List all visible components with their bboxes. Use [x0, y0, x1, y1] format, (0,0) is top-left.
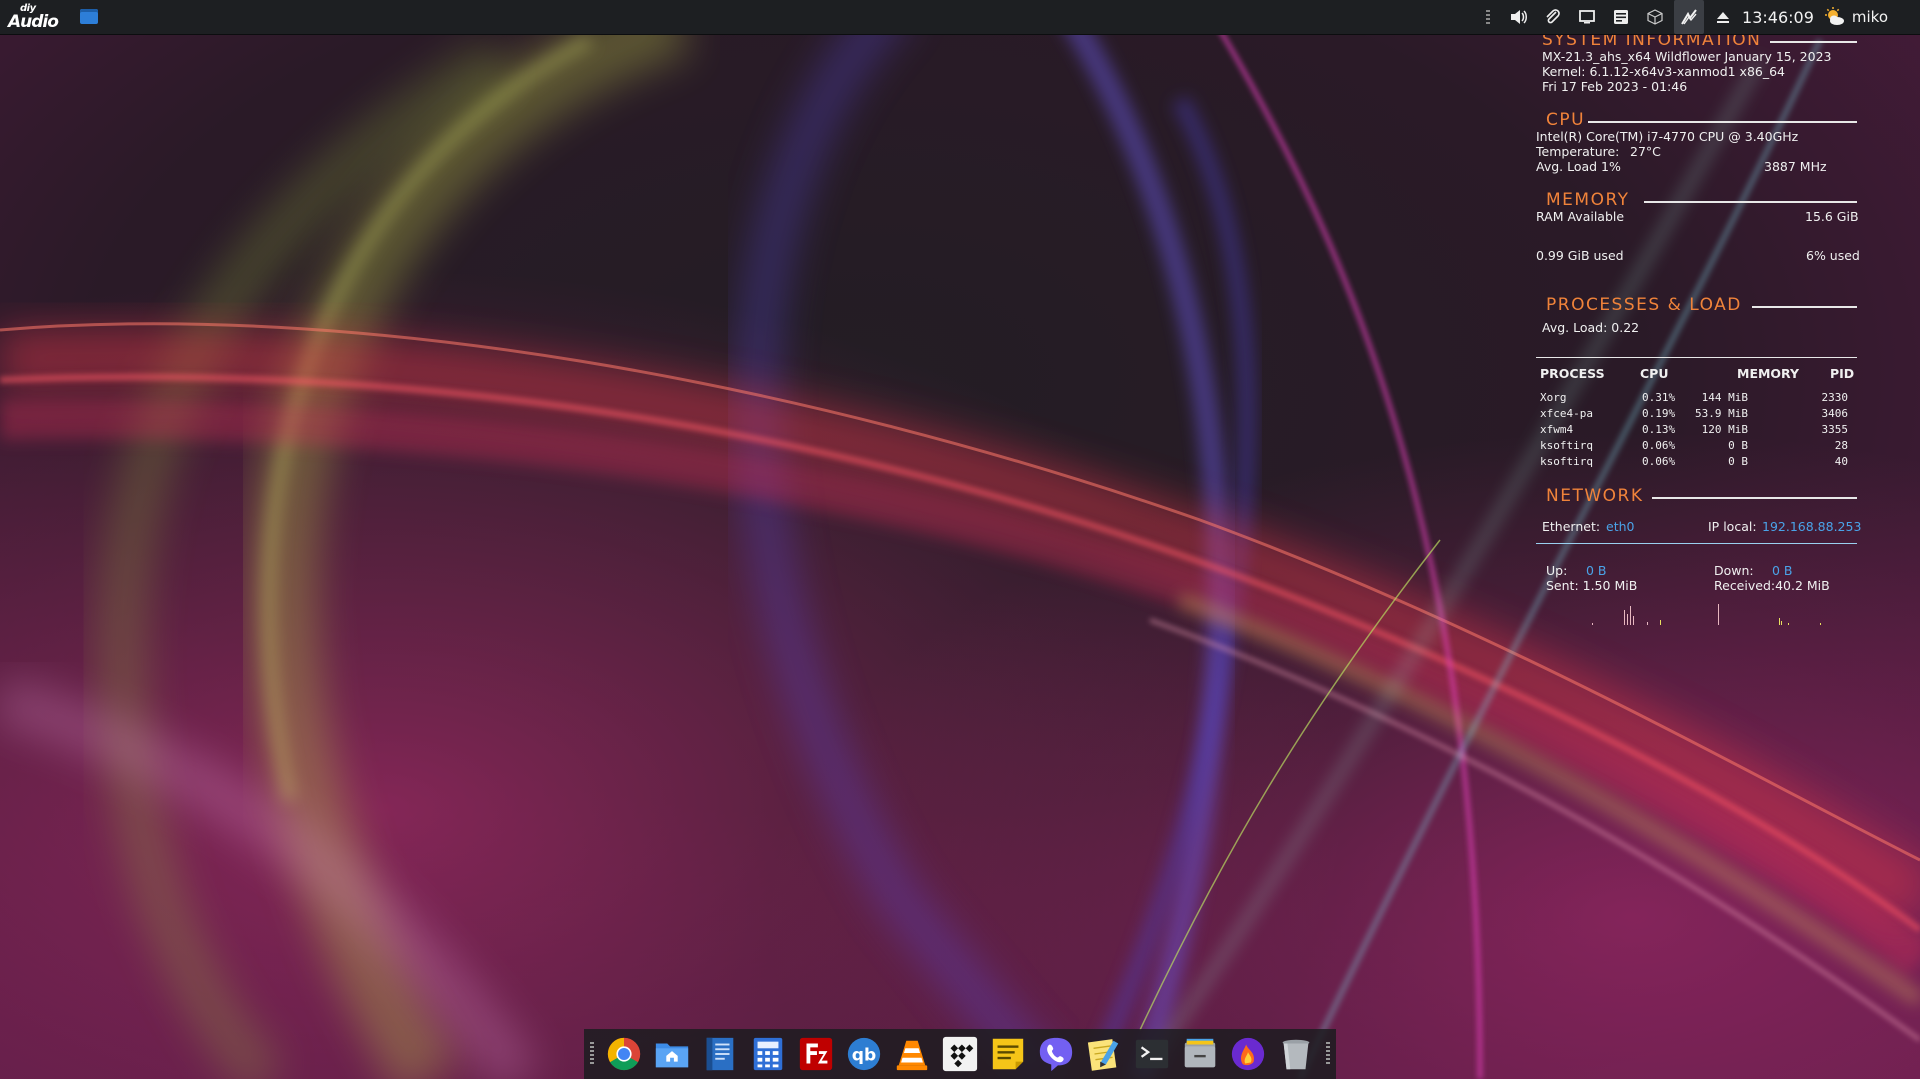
- processes-header: PROCESSES & LOAD: [1546, 295, 1742, 315]
- system-tray: 13:46:09 miko: [1486, 0, 1920, 34]
- terminal-icon[interactable]: [1132, 1034, 1172, 1074]
- tidal-icon[interactable]: [940, 1034, 980, 1074]
- process-mem: 144 MiB: [1701, 391, 1748, 404]
- process-name: ksoftirq: [1540, 439, 1593, 452]
- user-menu[interactable]: miko: [1852, 8, 1888, 26]
- volume-icon[interactable]: [1508, 6, 1530, 28]
- process-cpu: 0.13%: [1642, 423, 1676, 436]
- ip-local-label: IP local:: [1708, 519, 1757, 534]
- process-mem: 53.9 MiB: [1695, 407, 1748, 420]
- upload-label: Up:: [1546, 563, 1568, 578]
- process-name: Xorg: [1540, 391, 1567, 404]
- top-panel: diy Audio 13:46:09 miko: [0, 0, 1920, 35]
- cpu-frequency: 3887 MHz: [1764, 159, 1827, 174]
- sticky-notes-icon[interactable]: [988, 1034, 1028, 1074]
- chrome-icon[interactable]: [604, 1034, 644, 1074]
- download-speed: 0 B: [1772, 563, 1793, 578]
- process-mem: 120 MiB: [1701, 423, 1748, 436]
- ram-available-label: RAM Available: [1536, 209, 1625, 224]
- upload-speed: 0 B: [1586, 563, 1607, 578]
- diyaudio-logo-icon[interactable]: diy Audio: [8, 3, 62, 32]
- sent-total: Sent: 1.50 MiB: [1546, 578, 1638, 593]
- dock: qb: [584, 1029, 1336, 1079]
- ethernet-interface: eth0: [1606, 519, 1635, 534]
- section-rule: [1644, 201, 1857, 203]
- network-rule: [1536, 543, 1857, 544]
- process-mem: 0 B: [1728, 439, 1748, 452]
- col-process: PROCESS: [1540, 366, 1605, 381]
- col-memory: MEMORY: [1737, 366, 1800, 381]
- file-manager-icon[interactable]: [1180, 1034, 1220, 1074]
- processes-avg-load: Avg. Load: 0.22: [1542, 320, 1640, 335]
- workspace-switcher-button[interactable]: [80, 9, 98, 24]
- tray-handle[interactable]: [1486, 10, 1491, 24]
- weather-icon[interactable]: [1824, 6, 1846, 28]
- table-rule: [1536, 357, 1857, 358]
- update-icon[interactable]: [1674, 0, 1705, 34]
- eject-icon[interactable]: [1712, 6, 1734, 28]
- process-pid: 3355: [1821, 423, 1849, 436]
- col-pid: PID: [1830, 366, 1855, 381]
- memory-header: MEMORY: [1546, 190, 1630, 210]
- ram-used-percent: 6% used: [1806, 248, 1860, 263]
- cpu-header: CPU: [1546, 110, 1586, 130]
- process-cpu: 0.06%: [1642, 439, 1676, 452]
- text-editor-icon[interactable]: [700, 1034, 740, 1074]
- process-pid: 3406: [1821, 407, 1849, 420]
- process-pid: 2330: [1821, 391, 1849, 404]
- ram-used: 0.99 GiB used: [1536, 248, 1624, 263]
- trash-icon[interactable]: [1276, 1034, 1316, 1074]
- kernel-info: Kernel: 6.1.12-x64v3-xanmod1 x86_64: [1542, 64, 1786, 79]
- date-info: Fri 17 Feb 2023 - 01:46: [1542, 79, 1688, 94]
- network-header: NETWORK: [1546, 486, 1644, 506]
- section-rule: [1752, 306, 1857, 308]
- process-cpu: 0.06%: [1642, 455, 1676, 468]
- vlc-icon[interactable]: [892, 1034, 932, 1074]
- stacer-icon[interactable]: [1228, 1034, 1268, 1074]
- viber-icon[interactable]: [1036, 1034, 1076, 1074]
- calculator-icon[interactable]: [748, 1034, 788, 1074]
- notes-icon[interactable]: [1610, 6, 1632, 28]
- home-folder-icon[interactable]: [652, 1034, 692, 1074]
- paperclip-icon[interactable]: [1542, 6, 1564, 28]
- process-name: xfce4-pa: [1540, 407, 1593, 420]
- section-rule: [1588, 121, 1857, 123]
- process-cpu: 0.19%: [1642, 407, 1676, 420]
- svg-text:qb: qb: [852, 1046, 876, 1066]
- cpu-temp-label: Temperature:: [1536, 144, 1620, 159]
- process-pid: 28: [1834, 439, 1848, 452]
- conky-system-monitor: SYSTEM INFORMATION MX-21.3_ahs_x64 Wildf…: [1530, 0, 1862, 640]
- cpu-temp-value: 27°C: [1630, 144, 1661, 159]
- package-icon[interactable]: [1644, 6, 1666, 28]
- ethernet-label: Ethernet:: [1542, 519, 1601, 534]
- download-label: Down:: [1714, 563, 1754, 578]
- notepad-icon[interactable]: [1084, 1034, 1124, 1074]
- logo-text-main: Audio: [8, 12, 59, 32]
- clock[interactable]: 13:46:09: [1742, 8, 1814, 27]
- distro-info: MX-21.3_ahs_x64 Wildflower January 15, 2…: [1542, 49, 1832, 64]
- process-name: ksoftirq: [1540, 455, 1593, 468]
- cpu-avg-load: Avg. Load 1%: [1536, 159, 1621, 174]
- process-cpu: 0.31%: [1642, 391, 1676, 404]
- section-rule: [1770, 41, 1857, 43]
- display-icon[interactable]: [1576, 6, 1598, 28]
- section-rule: [1652, 497, 1857, 499]
- process-mem: 0 B: [1728, 455, 1748, 468]
- network-activity-graph: [1592, 604, 1821, 625]
- process-pid: 40: [1834, 455, 1848, 468]
- qbittorrent-icon[interactable]: qb: [844, 1034, 884, 1074]
- dock-handle[interactable]: [590, 1042, 594, 1066]
- filezilla-icon[interactable]: [796, 1034, 836, 1074]
- received-total: Received:40.2 MiB: [1714, 578, 1830, 593]
- ram-available-value: 15.6 GiB: [1805, 209, 1859, 224]
- ip-local-value: 192.168.88.253: [1762, 519, 1862, 534]
- col-cpu: CPU: [1640, 366, 1669, 381]
- cpu-model: Intel(R) Core(TM) i7-4770 CPU @ 3.40GHz: [1536, 129, 1799, 144]
- dock-handle[interactable]: [1326, 1042, 1330, 1066]
- process-name: xfwm4: [1540, 423, 1574, 436]
